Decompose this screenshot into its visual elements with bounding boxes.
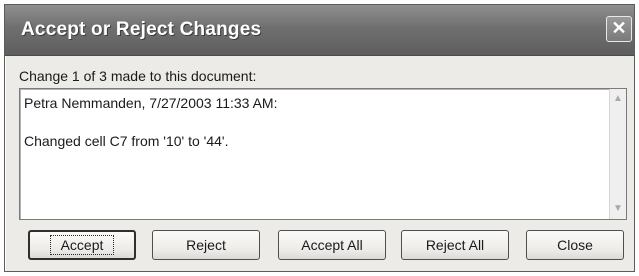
vertical-scrollbar[interactable]: ▲ ▼: [609, 89, 626, 219]
scroll-down-icon[interactable]: ▼: [610, 201, 626, 217]
change-count-label: Change 1 of 3 made to this document:: [19, 68, 257, 84]
accept-button[interactable]: Accept: [28, 230, 136, 260]
reject-all-button[interactable]: Reject All: [401, 230, 509, 260]
change-description: Changed cell C7 from '10' to '44'.: [24, 133, 229, 149]
close-button[interactable]: Close: [526, 230, 624, 260]
close-button-label: Close: [557, 237, 593, 253]
change-details-box[interactable]: Petra Nemmanden, 7/27/2003 11:33 AM: Cha…: [19, 88, 627, 220]
accept-all-button-label: Accept All: [301, 237, 363, 253]
change-author-timestamp: Petra Nemmanden, 7/27/2003 11:33 AM:: [24, 95, 278, 111]
accept-button-label: Accept: [49, 235, 115, 255]
accept-reject-changes-dialog: Accept or Reject Changes ✕ Change 1 of 3…: [4, 4, 635, 272]
button-row: Accept Reject Accept All Reject All Clos…: [5, 230, 634, 264]
accept-all-button[interactable]: Accept All: [278, 230, 386, 260]
dialog-title: Accept or Reject Changes: [21, 19, 262, 40]
scroll-up-icon[interactable]: ▲: [610, 91, 626, 107]
title-bar[interactable]: Accept or Reject Changes ✕: [5, 5, 634, 56]
reject-all-button-label: Reject All: [425, 237, 485, 253]
close-icon[interactable]: ✕: [606, 16, 632, 42]
reject-button-label: Reject: [186, 237, 226, 253]
reject-button[interactable]: Reject: [152, 230, 260, 260]
